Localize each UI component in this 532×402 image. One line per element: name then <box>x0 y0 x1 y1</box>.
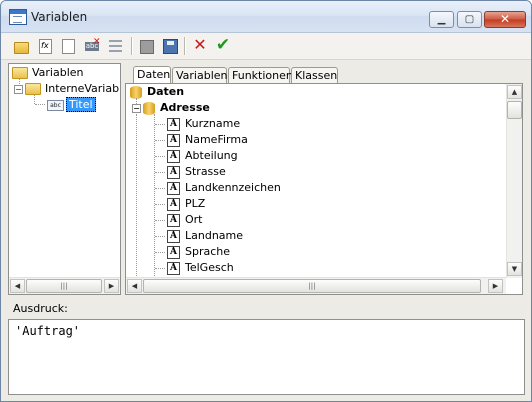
text-field-icon: A <box>167 117 180 131</box>
folder-icon <box>12 67 28 79</box>
scroll-left-button[interactable]: ◀ <box>10 279 25 293</box>
data-tree-horizontal-scrollbar[interactable]: ◀ ||| ▶ <box>126 277 506 294</box>
tree-connector <box>155 172 165 173</box>
delete-mark-icon: ✕ <box>93 37 101 47</box>
ok-check-icon[interactable]: ✔ <box>215 37 231 54</box>
scroll-thumb[interactable]: ||| <box>26 279 102 293</box>
tree-item-titel[interactable]: abc Titel <box>47 97 96 113</box>
vertical-scroll-thumb[interactable] <box>507 101 522 119</box>
field-label: Ort <box>185 213 203 226</box>
clipboard-icon[interactable] <box>140 40 154 54</box>
folder-icon <box>25 83 41 95</box>
field-label: TelGesch <box>185 261 234 274</box>
save-icon[interactable] <box>163 39 178 54</box>
toolbar-separator <box>131 37 133 55</box>
field-landname[interactable]: A Landname <box>167 228 243 244</box>
tree-connector <box>34 95 35 104</box>
text-field-icon: A <box>167 181 180 195</box>
data-tree-vertical-scrollbar[interactable]: ▲ ▼ <box>506 84 522 278</box>
tree-connector <box>155 188 165 189</box>
data-group-label: Adresse <box>160 101 210 114</box>
tree-connector <box>155 268 165 269</box>
scroll-up-button[interactable]: ▲ <box>507 85 522 99</box>
field-ort[interactable]: A Ort <box>167 212 203 228</box>
scroll-down-button[interactable]: ▼ <box>507 262 522 276</box>
field-abteilung[interactable]: A Abteilung <box>167 148 238 164</box>
tree-connector <box>155 204 165 205</box>
field-plz[interactable]: A PLZ <box>167 196 205 212</box>
new-function-icon[interactable]: fx <box>39 39 52 54</box>
tree-horizontal-scrollbar[interactable]: ◀ ||| ▶ <box>9 277 120 294</box>
field-strasse[interactable]: A Strasse <box>167 164 226 180</box>
data-root[interactable]: Daten <box>130 84 184 100</box>
scroll-left-button[interactable]: ◀ <box>127 279 142 293</box>
expression-label: Ausdruck: <box>13 302 68 315</box>
field-label: NameFirma <box>185 133 248 146</box>
minimize-button[interactable]: ▁ <box>429 11 454 28</box>
database-icon <box>143 101 155 115</box>
field-kurzname[interactable]: A Kurzname <box>167 116 240 132</box>
collapse-icon[interactable]: − <box>132 103 141 113</box>
tab-klassen[interactable]: Klassen <box>291 67 338 83</box>
close-button[interactable]: ✕ <box>484 11 526 28</box>
data-group-adresse[interactable]: − Adresse <box>132 100 210 116</box>
tab-funktionen[interactable]: Funktionen <box>228 67 293 83</box>
text-field-icon: A <box>167 229 180 243</box>
tree-connector <box>155 156 165 157</box>
tree-connector <box>35 104 45 105</box>
scroll-thumb[interactable]: ||| <box>143 279 481 293</box>
text-field-icon: A <box>167 261 180 275</box>
window-title: Variablen <box>31 10 88 24</box>
text-variable-icon: abc <box>47 99 64 111</box>
tree-root[interactable]: Variablen <box>12 65 84 81</box>
tab-daten[interactable]: Daten <box>133 66 171 84</box>
scroll-right-button[interactable]: ▶ <box>488 279 503 293</box>
tree-connector <box>155 220 165 221</box>
data-tree-panel[interactable]: Daten − Adresse A Kurzname A NameFirma A Abt… <box>125 83 523 295</box>
toolbar: fx abc ✕ ✕ ✔ <box>1 33 531 60</box>
database-icon <box>130 85 142 99</box>
text-field-icon: A <box>167 197 180 211</box>
tree-connector <box>155 124 165 125</box>
maximize-button[interactable]: ▢ <box>457 11 482 28</box>
scroll-right-button[interactable]: ▶ <box>104 279 119 293</box>
tree-root-label: Variablen <box>32 66 84 79</box>
text-field-icon: A <box>167 133 180 147</box>
field-label: Landkennzeichen <box>185 181 281 194</box>
text-field-icon: A <box>167 245 180 259</box>
text-field-icon: A <box>167 149 180 163</box>
new-folder-icon[interactable] <box>14 42 29 54</box>
field-label: Strasse <box>185 165 226 178</box>
tree-connector <box>155 236 165 237</box>
tree-connector <box>136 114 137 294</box>
list-icon[interactable] <box>109 40 122 52</box>
text-field-icon: A <box>167 165 180 179</box>
data-root-label: Daten <box>147 85 185 98</box>
field-telgesch[interactable]: A TelGesch <box>167 260 234 276</box>
tab-variablen[interactable]: Variablen <box>172 67 228 83</box>
variablen-dialog: Variablen ▁ ▢ ✕ fx abc ✕ ✕ ✔ Variablen −… <box>0 0 532 402</box>
field-label: PLZ <box>185 197 206 210</box>
field-label: Abteilung <box>185 149 238 162</box>
title-bar: Variablen ▁ ▢ ✕ <box>1 1 531 33</box>
tree-connector <box>155 252 165 253</box>
variable-tree[interactable]: Variablen − InterneVariable abc Titel ◀ ||… <box>8 63 121 295</box>
toolbar-separator <box>184 37 186 55</box>
field-label: Kurzname <box>185 117 241 130</box>
tree-connector <box>155 140 165 141</box>
field-label: Sprache <box>185 245 231 258</box>
tree-item-internevariable[interactable]: − InterneVariable <box>14 81 121 97</box>
window-icon <box>9 9 27 25</box>
text-field-icon: A <box>167 213 180 227</box>
expression-editor[interactable]: 'Auftrag' <box>8 319 525 395</box>
tree-item-label: InterneVariable <box>45 82 121 95</box>
tree-item-selected-label: Titel <box>66 97 96 112</box>
field-namefirma[interactable]: A NameFirma <box>167 132 248 148</box>
collapse-icon[interactable]: − <box>14 84 23 94</box>
field-sprache[interactable]: A Sprache <box>167 244 230 260</box>
edit-variable-icon[interactable] <box>62 39 75 54</box>
field-label: Landname <box>185 229 244 242</box>
field-landkennzeichen[interactable]: A Landkennzeichen <box>167 180 281 196</box>
cancel-icon[interactable]: ✕ <box>192 37 208 53</box>
